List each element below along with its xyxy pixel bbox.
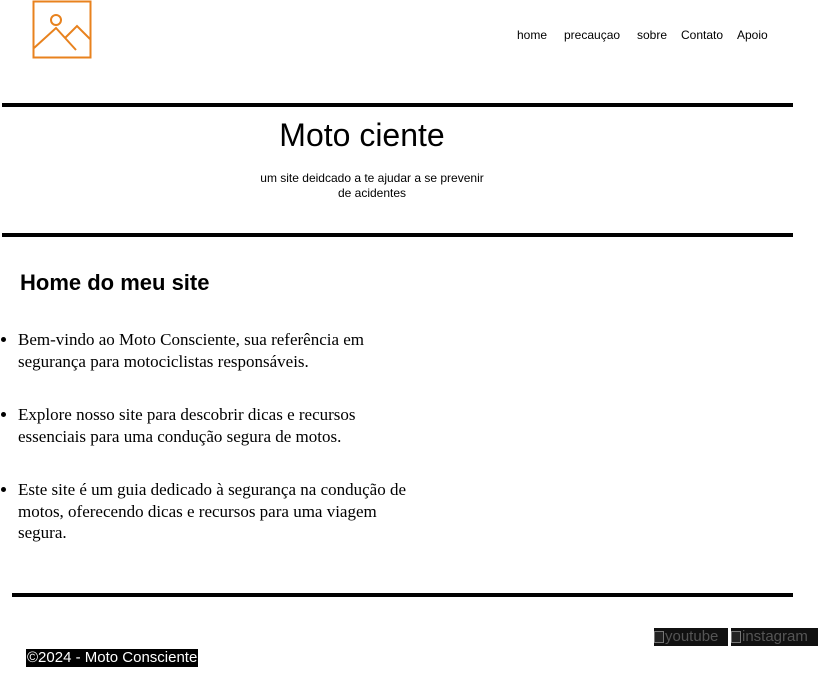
broken-image-icon [731, 631, 741, 643]
section-heading: Home do meu site [20, 270, 210, 295]
list-item: Explore nosso site para descobrir dicas … [18, 404, 408, 447]
content-list: Bem-vindo ao Moto Consciente, sua referê… [18, 329, 408, 576]
list-item: Este site é um guia dedicado à segurança… [18, 479, 408, 544]
header-divider [2, 103, 793, 107]
nav-link-apoio[interactable]: Apoio [737, 28, 768, 42]
copyright-text: ©2024 - Moto Consciente [26, 649, 199, 667]
hero-divider [2, 233, 793, 237]
nav-link-contato[interactable]: Contato [681, 28, 723, 42]
nav-link-precaucao[interactable]: precauçao [564, 28, 620, 42]
instagram-icon[interactable]: instagram [731, 628, 818, 646]
broken-image-icon [654, 631, 664, 643]
list-item: Bem-vindo ao Moto Consciente, sua referê… [18, 329, 408, 372]
footer-divider [12, 593, 793, 597]
hero-subtitle: um site deidcado a te ajudar a se preven… [260, 171, 484, 200]
social-links: youtube instagram [654, 628, 818, 646]
youtube-alt-text: youtube [665, 628, 719, 645]
nav-link-sobre[interactable]: sobre [637, 28, 667, 42]
main-nav: home precauçao sobre Contato Apoio [0, 28, 822, 44]
instagram-alt-text: instagram [742, 628, 808, 645]
nav-link-home[interactable]: home [517, 28, 547, 42]
hero-title: Moto ciente [279, 117, 445, 153]
youtube-icon[interactable]: youtube [654, 628, 728, 646]
